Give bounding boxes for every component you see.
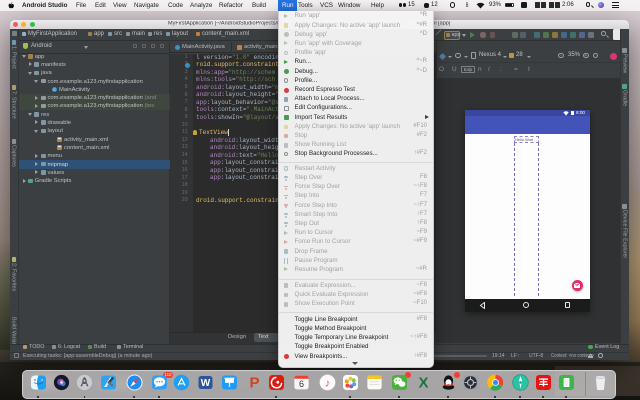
- svg-text:X: X: [418, 375, 428, 391]
- svg-text:6: 6: [298, 379, 303, 389]
- svg-text:♪: ♪: [324, 378, 330, 390]
- svg-text:W: W: [200, 378, 210, 389]
- svg-text:P: P: [249, 375, 259, 391]
